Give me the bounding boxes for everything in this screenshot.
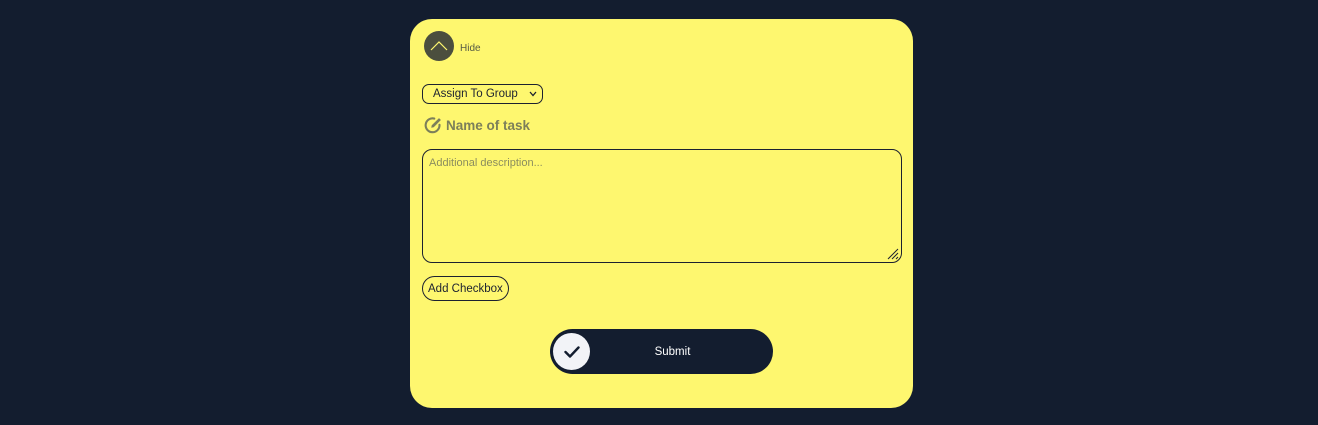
add-checkbox-button[interactable]: Add Checkbox (422, 276, 509, 301)
checkmark-icon (563, 345, 580, 358)
submit-button[interactable]: Submit (550, 329, 773, 374)
submit-label: Submit (654, 345, 691, 358)
assign-group-selected: Assign To Group (433, 88, 518, 100)
task-card: Hide Assign To Group Name of task Additi… (410, 19, 913, 408)
hide-toggle: Hide (424, 31, 481, 61)
description-textarea[interactable]: Additional description... (422, 149, 902, 263)
description-placeholder: Additional description... (429, 157, 543, 169)
edit-pencil-icon (424, 117, 441, 134)
submit-check-badge (553, 333, 590, 370)
chevron-down-icon (529, 91, 537, 97)
assign-group-select[interactable]: Assign To Group (422, 84, 543, 104)
hide-button[interactable] (424, 31, 454, 61)
task-name-text: Name of task (446, 118, 531, 133)
resize-grip-icon[interactable] (887, 248, 899, 260)
chevron-up-icon (430, 41, 448, 51)
hide-label: Hide (460, 42, 481, 54)
task-name-field[interactable]: Name of task (424, 116, 530, 135)
